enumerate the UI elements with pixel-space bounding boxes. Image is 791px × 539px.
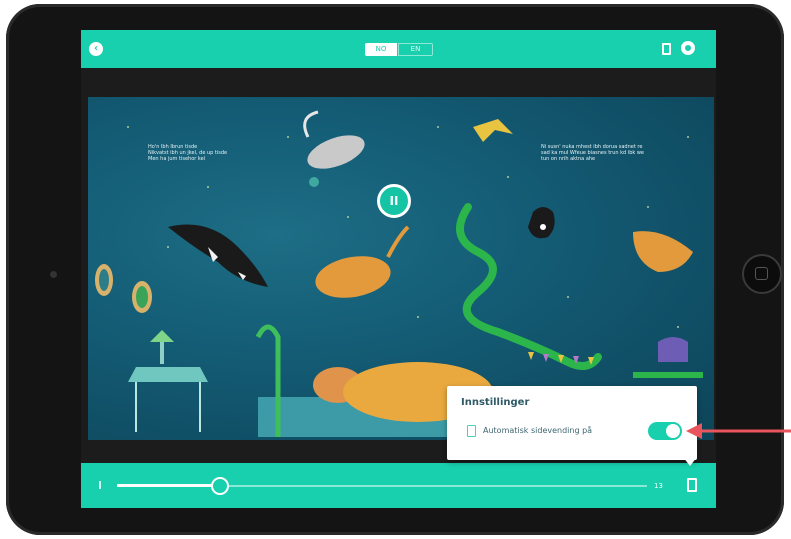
page-counter: 13 bbox=[654, 482, 663, 490]
settings-popup: Innstillinger Automatisk sidevending på bbox=[447, 386, 697, 460]
auto-page-turn-toggle[interactable] bbox=[648, 422, 682, 440]
page-turn-icon bbox=[467, 425, 476, 437]
top-bar: ‹ NO EN bbox=[81, 30, 716, 68]
progress-slider-thumb[interactable] bbox=[211, 477, 229, 495]
front-camera bbox=[50, 271, 57, 278]
gear-icon[interactable] bbox=[681, 41, 695, 55]
language-toggle[interactable]: NO EN bbox=[365, 43, 433, 56]
first-page-icon[interactable] bbox=[99, 481, 101, 489]
story-text-right: Ni susn' nuka mhest ibh dorua sadnet re … bbox=[541, 144, 645, 162]
home-button[interactable] bbox=[742, 254, 782, 294]
popup-title: Innstillinger bbox=[461, 397, 530, 408]
back-arrow-icon[interactable]: ‹ bbox=[89, 42, 103, 56]
auto-page-turn-label: Automatisk sidevending på bbox=[483, 426, 593, 435]
story-text-left: Ho'n Ibh Ibrun tisde Nikvatst ibh un jke… bbox=[148, 144, 228, 162]
language-option-right[interactable]: EN bbox=[398, 43, 433, 56]
popup-caret bbox=[683, 457, 697, 466]
callout-arrow-icon bbox=[686, 423, 791, 439]
progress-fill bbox=[117, 484, 221, 487]
language-option-left[interactable]: NO bbox=[365, 43, 397, 56]
bookmark-icon[interactable] bbox=[662, 43, 671, 55]
toggle-knob bbox=[666, 424, 680, 438]
bottom-bar: 13 bbox=[81, 463, 716, 508]
settings-page-icon[interactable] bbox=[687, 478, 697, 492]
pause-button[interactable]: II bbox=[377, 184, 411, 218]
